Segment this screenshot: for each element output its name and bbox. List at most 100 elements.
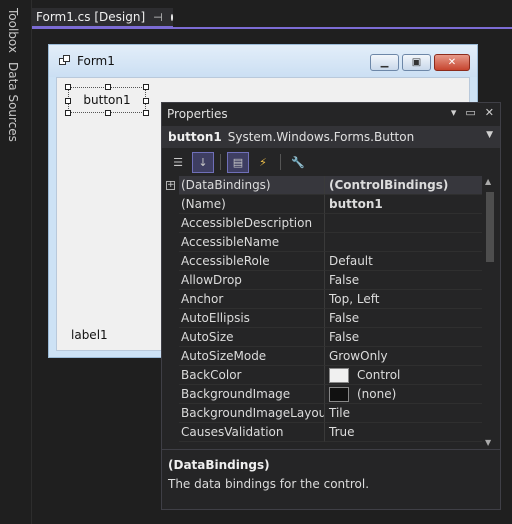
- property-name[interactable]: CausesValidation: [179, 423, 325, 442]
- side-tool-strip: Toolbox Data Sources: [0, 0, 32, 524]
- toolbox-tab[interactable]: Toolbox: [6, 8, 20, 53]
- close-icon: ✕: [447, 57, 457, 68]
- properties-header[interactable]: Properties ▾ ▭ ✕: [162, 103, 500, 125]
- property-value[interactable]: True: [325, 423, 482, 442]
- document-tab[interactable]: Form1.cs [Design] ⊣: [32, 8, 173, 28]
- property-name[interactable]: AccessibleName: [179, 233, 325, 252]
- resize-handle-e[interactable]: [143, 98, 149, 104]
- property-name[interactable]: AutoSizeMode: [179, 347, 325, 366]
- property-pages-icon[interactable]: 🔧: [287, 152, 309, 173]
- property-name[interactable]: AccessibleRole: [179, 252, 325, 271]
- minimize-button[interactable]: ▁: [370, 54, 399, 71]
- property-grid: + (DataBindings) (ControlBindings) (Name) bu…: [162, 176, 482, 446]
- property-row[interactable]: AutoEllipsis False: [162, 309, 482, 328]
- property-grid-scrollbar[interactable]: ▲ ▼: [484, 177, 496, 447]
- chevron-down-icon[interactable]: ▼: [486, 130, 493, 140]
- resize-handle-n[interactable]: [105, 84, 111, 90]
- close-button[interactable]: ✕: [434, 54, 470, 71]
- property-value-text: Default: [329, 254, 373, 268]
- scroll-thumb[interactable]: [486, 192, 494, 262]
- property-row[interactable]: CausesValidation True: [162, 423, 482, 442]
- property-value[interactable]: False: [325, 271, 482, 290]
- property-row[interactable]: (Name) button1: [162, 195, 482, 214]
- property-row[interactable]: AllowDrop False: [162, 271, 482, 290]
- data-sources-tab[interactable]: Data Sources: [6, 62, 20, 142]
- row-gutter: [162, 214, 179, 233]
- expand-icon[interactable]: +: [166, 181, 175, 190]
- row-gutter: [162, 252, 179, 271]
- resize-handle-s[interactable]: [105, 110, 111, 116]
- form-title: Form1: [77, 54, 115, 68]
- property-row[interactable]: AccessibleRole Default: [162, 252, 482, 271]
- form-icon: [59, 55, 71, 67]
- property-row[interactable]: + (DataBindings) (ControlBindings): [162, 176, 482, 195]
- description-area: (DataBindings) The data bindings for the…: [162, 449, 500, 509]
- resize-handle-nw[interactable]: [65, 84, 71, 90]
- property-name[interactable]: (Name): [179, 195, 325, 214]
- pin-icon[interactable]: ⊣: [153, 11, 163, 24]
- property-value-text: Tile: [329, 406, 351, 420]
- categorized-icon[interactable]: ☰: [167, 152, 189, 173]
- row-gutter: [162, 233, 179, 252]
- toolbar-divider: [280, 154, 281, 170]
- alphabetical-icon[interactable]: ↓: [192, 151, 214, 173]
- scroll-up-icon[interactable]: ▲: [485, 177, 491, 186]
- close-panel-icon[interactable]: ✕: [485, 106, 494, 119]
- resize-handle-ne[interactable]: [143, 84, 149, 90]
- property-name[interactable]: AccessibleDescription: [179, 214, 325, 233]
- property-value[interactable]: Control: [325, 366, 482, 385]
- property-value[interactable]: False: [325, 309, 482, 328]
- property-value[interactable]: False: [325, 328, 482, 347]
- property-name[interactable]: Anchor: [179, 290, 325, 309]
- property-row[interactable]: BackColor Control: [162, 366, 482, 385]
- property-value[interactable]: [325, 233, 482, 252]
- events-icon[interactable]: ⚡: [252, 152, 274, 173]
- row-gutter: [162, 347, 179, 366]
- property-name[interactable]: BackgroundImage: [179, 385, 325, 404]
- property-name[interactable]: BackColor: [179, 366, 325, 385]
- resize-handle-sw[interactable]: [65, 110, 71, 116]
- property-value-text: False: [329, 330, 360, 344]
- property-name[interactable]: (DataBindings): [179, 176, 325, 195]
- property-value[interactable]: (ControlBindings): [325, 176, 482, 195]
- form-titlebar[interactable]: Form1 ▁ ▣ ✕: [49, 45, 477, 77]
- property-row[interactable]: AutoSizeMode GrowOnly: [162, 347, 482, 366]
- property-name[interactable]: AutoSize: [179, 328, 325, 347]
- property-name[interactable]: AutoEllipsis: [179, 309, 325, 328]
- property-name[interactable]: AllowDrop: [179, 271, 325, 290]
- description-title: (DataBindings): [168, 458, 270, 472]
- scroll-down-icon[interactable]: ▼: [485, 438, 491, 447]
- property-value[interactable]: Default: [325, 252, 482, 271]
- button1-control[interactable]: button1: [65, 84, 149, 116]
- property-row[interactable]: AccessibleDescription: [162, 214, 482, 233]
- properties-icon[interactable]: ▤: [227, 151, 249, 173]
- row-gutter: [162, 385, 179, 404]
- window-position-icon[interactable]: ▾: [451, 106, 457, 119]
- row-gutter: [162, 423, 179, 442]
- modified-dot-icon[interactable]: [170, 13, 173, 21]
- maximize-button[interactable]: ▣: [402, 54, 431, 71]
- property-value-text: button1: [329, 197, 383, 211]
- object-selector[interactable]: button1 System.Windows.Forms.Button ▼: [162, 126, 500, 148]
- property-row[interactable]: AccessibleName: [162, 233, 482, 252]
- property-value-text: False: [329, 311, 360, 325]
- property-value[interactable]: Tile: [325, 404, 482, 423]
- property-value-text: Top, Left: [329, 292, 380, 306]
- row-gutter: [162, 195, 179, 214]
- property-value[interactable]: Top, Left: [325, 290, 482, 309]
- maximize-panel-icon[interactable]: ▭: [465, 106, 475, 119]
- property-row[interactable]: BackgroundImageLayout Tile: [162, 404, 482, 423]
- resize-handle-se[interactable]: [143, 110, 149, 116]
- property-row[interactable]: AutoSize False: [162, 328, 482, 347]
- property-value[interactable]: (none): [325, 385, 482, 404]
- property-value[interactable]: button1: [325, 195, 482, 214]
- property-row[interactable]: BackgroundImage (none): [162, 385, 482, 404]
- row-gutter: [162, 309, 179, 328]
- row-gutter: +: [162, 176, 179, 195]
- resize-handle-w[interactable]: [65, 98, 71, 104]
- property-value[interactable]: GrowOnly: [325, 347, 482, 366]
- property-row[interactable]: Anchor Top, Left: [162, 290, 482, 309]
- property-name[interactable]: BackgroundImageLayout: [179, 404, 325, 423]
- property-value[interactable]: [325, 214, 482, 233]
- label1-control[interactable]: label1: [71, 328, 108, 342]
